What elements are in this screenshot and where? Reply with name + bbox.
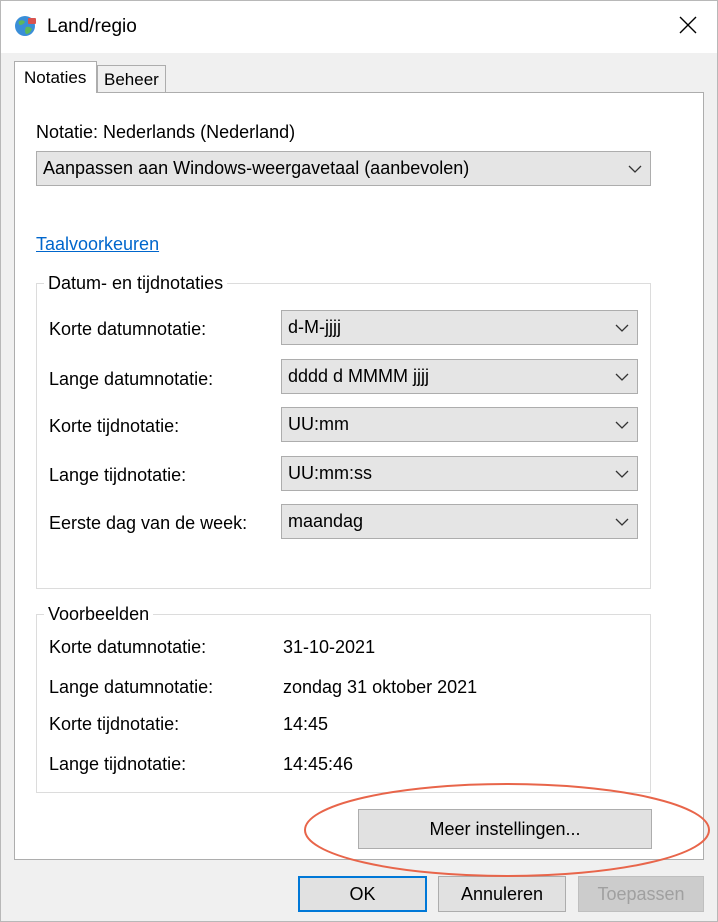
notation-dropdown[interactable]: Aanpassen aan Windows-weergavetaal (aanb…	[36, 151, 651, 186]
format-label-short-date: Korte datumnotatie:	[49, 319, 207, 339]
chevron-down-icon	[615, 324, 629, 332]
long-time-dropdown[interactable]: UU:mm:ss	[281, 456, 638, 491]
apply-button: Toepassen	[578, 876, 704, 912]
short-date-value: d-M-jjjj	[288, 317, 341, 337]
example-label-short-date: Korte datumnotatie:	[49, 637, 207, 657]
first-day-value: maandag	[288, 511, 364, 531]
formats-group-title: Datum- en tijdnotaties	[44, 273, 228, 294]
language-preferences-link[interactable]: Taalvoorkeuren	[36, 234, 159, 255]
example-value-short-date: 31-10-2021	[283, 637, 376, 657]
example-label-long-time: Lange tijdnotatie:	[49, 754, 187, 774]
long-date-value: dddd d MMMM jjjj	[288, 366, 430, 386]
tab-beheer[interactable]: Beheer	[97, 65, 166, 93]
close-button[interactable]	[663, 7, 713, 47]
chevron-down-icon	[615, 518, 629, 526]
more-settings-button[interactable]: Meer instellingen...	[358, 809, 652, 849]
chevron-down-icon	[615, 421, 629, 429]
long-time-value: UU:mm:ss	[288, 463, 372, 483]
format-label-long-date: Lange datumnotatie:	[49, 369, 214, 389]
dialog-window: Land/regio Notaties Beheer Notatie: Nede…	[0, 0, 718, 922]
chevron-down-icon	[628, 165, 642, 173]
globe-icon	[14, 14, 38, 38]
chevron-down-icon	[615, 470, 629, 478]
example-value-long-time: 14:45:46	[283, 754, 354, 774]
notation-label: Notatie: Nederlands (Nederland)	[36, 122, 296, 142]
long-date-dropdown[interactable]: dddd d MMMM jjjj	[281, 359, 638, 394]
first-day-dropdown[interactable]: maandag	[281, 504, 638, 539]
close-icon	[679, 16, 697, 39]
format-label-first-day: Eerste dag van de week:	[49, 513, 248, 533]
example-label-long-date: Lange datumnotatie:	[49, 677, 214, 697]
format-label-short-time: Korte tijdnotatie:	[49, 416, 180, 436]
chevron-down-icon	[615, 373, 629, 381]
tab-notaties[interactable]: Notaties	[14, 61, 97, 93]
ok-button[interactable]: OK	[298, 876, 427, 912]
short-time-value: UU:mm	[288, 414, 349, 434]
example-value-short-time: 14:45	[283, 714, 329, 734]
cancel-button[interactable]: Annuleren	[438, 876, 566, 912]
notation-dropdown-value: Aanpassen aan Windows-weergavetaal (aanb…	[43, 158, 470, 178]
window-title: Land/regio	[47, 16, 137, 37]
example-label-short-time: Korte tijdnotatie:	[49, 714, 180, 734]
example-value-long-date: zondag 31 oktober 2021	[283, 677, 478, 697]
format-label-long-time: Lange tijdnotatie:	[49, 465, 187, 485]
short-time-dropdown[interactable]: UU:mm	[281, 407, 638, 442]
examples-group-title: Voorbeelden	[44, 604, 154, 625]
title-bar: Land/regio	[1, 1, 717, 53]
short-date-dropdown[interactable]: d-M-jjjj	[281, 310, 638, 345]
